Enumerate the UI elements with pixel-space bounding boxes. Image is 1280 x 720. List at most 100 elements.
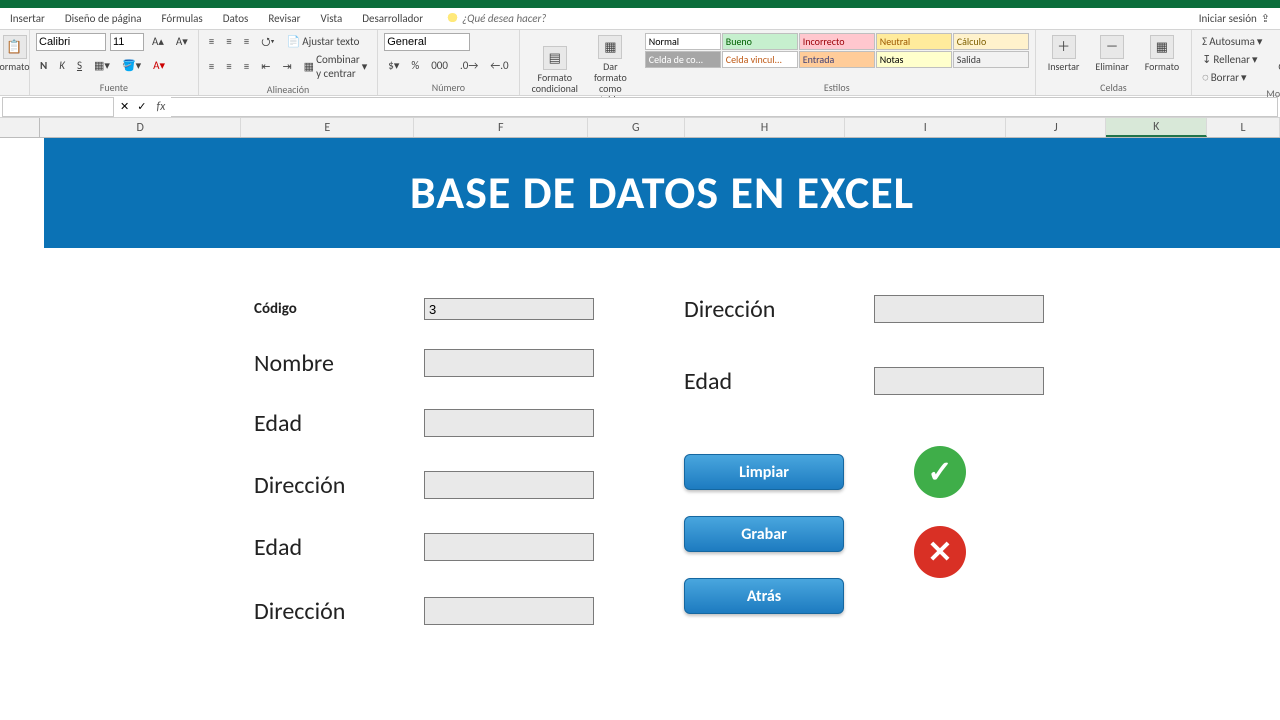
input-edad2[interactable]: [424, 533, 594, 561]
clear-button[interactable]: ◌ Borrar ▾: [1198, 69, 1250, 87]
styles-gallery[interactable]: NormalBuenoIncorrectoNeutralCálculo Celda…: [645, 33, 1029, 68]
inc-decimal-button[interactable]: .0→: [456, 57, 482, 75]
style-celda-vincul-[interactable]: Celda vincul...: [722, 51, 798, 68]
merge-center-button[interactable]: ▦ Combinar y centrar ▾: [300, 51, 372, 83]
col-header-L[interactable]: L: [1207, 118, 1280, 137]
format-cells-button[interactable]: ▦Formato: [1139, 33, 1185, 74]
indent-inc-button[interactable]: ⇥: [278, 58, 295, 76]
font-name-combo[interactable]: [36, 33, 106, 51]
col-header-F[interactable]: F: [414, 118, 587, 137]
sort-filter-button[interactable]: A↓ZOrdenar y filtrar: [1272, 33, 1280, 87]
select-all-corner[interactable]: [0, 118, 40, 137]
style-entrada[interactable]: Entrada: [799, 51, 875, 68]
italic-button[interactable]: K: [55, 57, 69, 75]
label-edad2: Edad: [254, 533, 424, 562]
field-nombre: Nombre: [254, 348, 594, 378]
cancel-formula-icon[interactable]: ✕: [116, 98, 133, 116]
thousands-button[interactable]: 000: [427, 57, 452, 75]
autosum-button[interactable]: Σ Autosuma ▾: [1198, 33, 1266, 51]
worksheet[interactable]: BASE DE DATOS EN EXCEL Código Nombre Eda…: [0, 138, 1280, 720]
style-celda-de-co-[interactable]: Celda de co...: [645, 51, 721, 68]
bold-button[interactable]: N: [36, 57, 51, 75]
grow-font-button[interactable]: A▴: [148, 33, 168, 51]
name-box[interactable]: [2, 97, 114, 117]
atras-button[interactable]: Atrás: [684, 578, 844, 614]
accept-formula-icon[interactable]: ✓: [133, 98, 150, 116]
input-direccion1[interactable]: [424, 471, 594, 499]
style-c-lculo[interactable]: Cálculo: [953, 33, 1029, 50]
label-direccion-r: Dirección: [684, 295, 874, 324]
tab-diseno[interactable]: Diseño de página: [55, 8, 152, 29]
col-header-E[interactable]: E: [241, 118, 414, 137]
number-format-combo[interactable]: [384, 33, 470, 51]
col-header-H[interactable]: H: [685, 118, 846, 137]
group-alignment: ≡ ≡ ≡ ⭯▾ 📄 Ajustar texto ≡ ≡ ≡ ⇤ ⇥ ▦ Com…: [199, 30, 378, 95]
tab-formulas[interactable]: Fórmulas: [152, 8, 213, 29]
input-codigo[interactable]: [424, 298, 594, 320]
align-right-button[interactable]: ≡: [240, 58, 253, 76]
group-styles-label: Estilos: [645, 81, 1029, 95]
align-left-button[interactable]: ≡: [205, 58, 218, 76]
currency-button[interactable]: $▾: [384, 57, 403, 75]
style-normal[interactable]: Normal: [645, 33, 721, 50]
indent-dec-button[interactable]: ⇤: [257, 58, 274, 76]
tab-revisar[interactable]: Revisar: [258, 8, 310, 29]
border-button[interactable]: ▦▾: [90, 57, 114, 75]
input-edad1[interactable]: [424, 409, 594, 437]
field-edad1: Edad: [254, 408, 594, 438]
input-edad-r[interactable]: [874, 367, 1044, 395]
formula-bar[interactable]: [171, 97, 1278, 117]
signin-link[interactable]: Iniciar sesión ⇪: [1199, 8, 1280, 29]
input-direccion2[interactable]: [424, 597, 594, 625]
input-nombre[interactable]: [424, 349, 594, 377]
style-neutral[interactable]: Neutral: [876, 33, 952, 50]
input-direccion-r[interactable]: [874, 295, 1044, 323]
format-icon: ▦: [1150, 35, 1174, 59]
font-color-button[interactable]: A▾: [149, 57, 169, 75]
align-top-button[interactable]: ≡: [205, 33, 218, 51]
ribbon-tabs: Insertar Diseño de página Fórmulas Datos…: [0, 8, 1280, 30]
shrink-font-button[interactable]: A▾: [172, 33, 192, 51]
tab-datos[interactable]: Datos: [213, 8, 259, 29]
grabar-button[interactable]: Grabar: [684, 516, 844, 552]
conditional-format-button[interactable]: ▤ Formato condicional: [526, 44, 584, 96]
insert-cells-button[interactable]: ＋Insertar: [1042, 33, 1086, 74]
label-codigo: Código: [254, 300, 424, 318]
tab-insertar[interactable]: Insertar: [0, 8, 55, 29]
orientation-button[interactable]: ⭯▾: [257, 33, 278, 51]
style-bueno[interactable]: Bueno: [722, 33, 798, 50]
column-headers: DEFGHIJKL: [0, 118, 1280, 138]
align-middle-button[interactable]: ≡: [222, 33, 235, 51]
style-incorrecto[interactable]: Incorrecto: [799, 33, 875, 50]
dec-decimal-button[interactable]: ←.0: [486, 57, 512, 75]
col-header-J[interactable]: J: [1006, 118, 1106, 137]
fill-button[interactable]: ↧ Rellenar ▾: [1198, 51, 1261, 69]
fx-icon[interactable]: fx: [150, 100, 171, 114]
fill-color-button[interactable]: 🪣▾: [118, 57, 145, 75]
error-icon: ✕: [914, 526, 966, 578]
align-bottom-button[interactable]: ≡: [240, 33, 253, 51]
paste-button[interactable]: 📋 ormato: [6, 33, 23, 74]
underline-button[interactable]: S: [73, 57, 86, 75]
col-header-D[interactable]: D: [40, 118, 241, 137]
percent-button[interactable]: %: [407, 57, 423, 75]
style-salida[interactable]: Salida: [953, 51, 1029, 68]
col-header-I[interactable]: I: [845, 118, 1006, 137]
limpiar-button[interactable]: Limpiar: [684, 454, 844, 490]
tell-me-search[interactable]: ¿Qué desea hacer?: [433, 8, 546, 29]
title-banner: BASE DE DATOS EN EXCEL: [44, 138, 1280, 248]
tab-vista[interactable]: Vista: [310, 8, 352, 29]
font-size-combo[interactable]: [110, 33, 144, 51]
delete-cells-button[interactable]: －Eliminar: [1089, 33, 1134, 74]
group-number-label: Número: [384, 81, 512, 95]
field-edad-r: Edad: [684, 366, 1044, 396]
align-center-button[interactable]: ≡: [222, 58, 235, 76]
wrap-text-button[interactable]: 📄 Ajustar texto: [283, 33, 364, 51]
tab-desarrollador[interactable]: Desarrollador: [352, 8, 433, 29]
style-notas[interactable]: Notas: [876, 51, 952, 68]
group-clipboard: 📋 ormato: [0, 30, 30, 95]
col-header-G[interactable]: G: [588, 118, 685, 137]
col-header-K[interactable]: K: [1106, 118, 1206, 137]
field-direccion2: Dirección: [254, 596, 594, 626]
formula-bar-row: ✕ ✓ fx: [0, 96, 1280, 118]
